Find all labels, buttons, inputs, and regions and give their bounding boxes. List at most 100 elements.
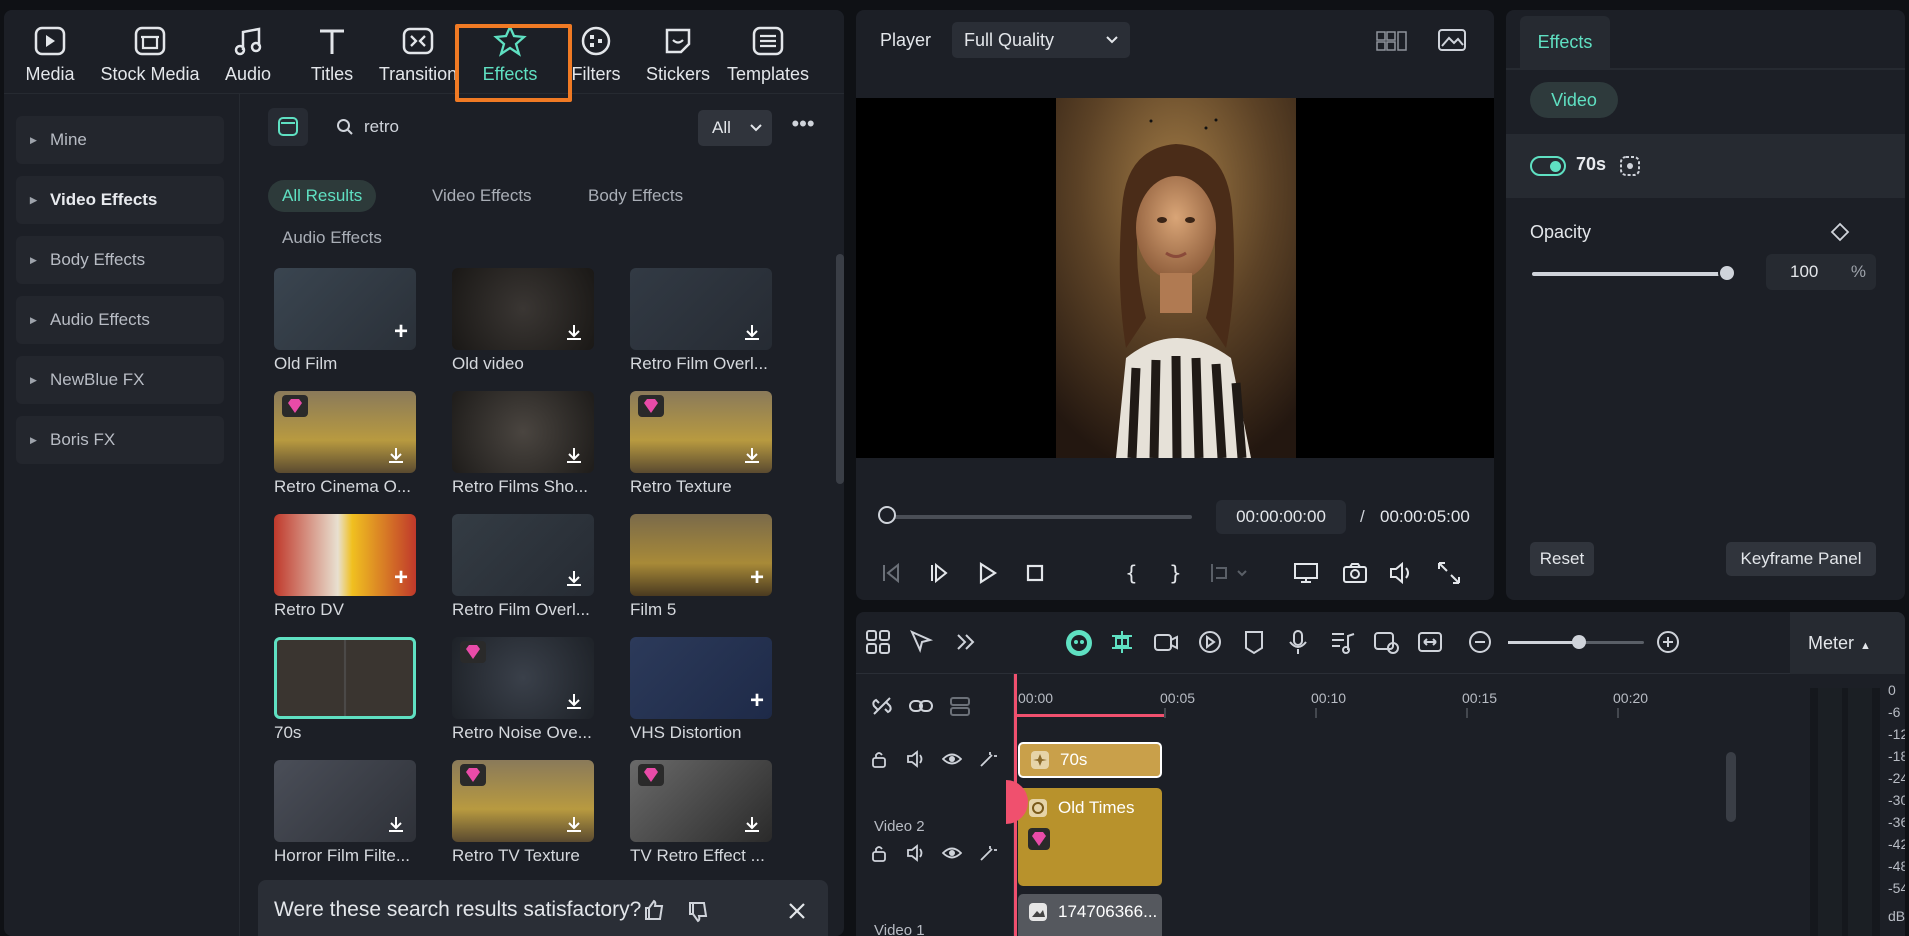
effect-thumbnail[interactable]: + <box>274 268 416 350</box>
track-manager-icon[interactable] <box>948 694 972 718</box>
link-icon[interactable] <box>908 694 934 718</box>
effect-thumbnail[interactable] <box>452 514 594 596</box>
meter-toggle[interactable]: Meter ▲ <box>1790 612 1905 674</box>
video-section-pill[interactable]: Video <box>1530 82 1618 118</box>
microphone-icon[interactable] <box>1284 628 1312 656</box>
chip-all-results[interactable]: All Results <box>268 180 377 212</box>
effect-card[interactable]: + Film 5 <box>630 514 780 626</box>
music-track-icon[interactable] <box>1328 628 1356 656</box>
effect-card[interactable]: + Retro DV <box>274 514 424 626</box>
speed-icon[interactable] <box>1196 628 1224 656</box>
speaker-icon[interactable] <box>906 750 926 768</box>
download-icon[interactable] <box>742 445 762 465</box>
marker-icon[interactable] <box>1240 628 1268 656</box>
volume-icon[interactable] <box>1386 558 1416 588</box>
download-icon[interactable] <box>564 691 584 711</box>
add-icon[interactable]: + <box>750 566 764 590</box>
effect-thumbnail[interactable] <box>452 760 594 842</box>
timeline-vscroll[interactable] <box>1726 752 1736 822</box>
effect-card[interactable]: Retro TV Texture <box>452 760 602 872</box>
sidebar-item-mine[interactable]: ▶ Mine <box>16 116 224 164</box>
zoom-in-icon[interactable] <box>1654 628 1682 656</box>
eye-icon[interactable] <box>942 750 962 768</box>
effect-card[interactable]: Old video <box>452 268 602 380</box>
effect-toggle[interactable] <box>1530 156 1566 176</box>
video-preview[interactable] <box>856 98 1494 458</box>
current-timecode[interactable]: 00:00:00:00 <box>1216 500 1346 534</box>
effect-card[interactable]: Retro Noise Ove... <box>452 637 602 749</box>
download-icon[interactable] <box>564 814 584 834</box>
keyframe-panel-button[interactable]: Keyframe Panel <box>1726 542 1876 576</box>
eye-icon[interactable] <box>942 844 962 862</box>
clip-video[interactable]: 174706366... <box>1018 894 1162 936</box>
effect-card[interactable]: + VHS Distortion <box>630 637 780 749</box>
tab-titles[interactable]: Titles <box>288 10 376 94</box>
effect-card[interactable]: Retro Film Overl... <box>452 514 602 626</box>
tab-stickers[interactable]: Stickers <box>634 10 722 94</box>
ai-magic-icon[interactable] <box>978 844 998 862</box>
download-icon[interactable] <box>386 445 406 465</box>
chip-body-effects[interactable]: Body Effects <box>574 180 697 212</box>
snapshot-icon[interactable] <box>1340 558 1370 588</box>
download-icon[interactable] <box>742 322 762 342</box>
effect-thumbnail[interactable]: + <box>630 637 772 719</box>
download-icon[interactable] <box>564 322 584 342</box>
opacity-input[interactable]: 100 % <box>1766 254 1876 290</box>
effect-thumbnail[interactable] <box>452 391 594 473</box>
effect-thumbnail[interactable]: + <box>630 514 772 596</box>
chip-audio-effects[interactable]: Audio Effects <box>268 222 396 254</box>
opacity-slider[interactable] <box>1532 272 1728 276</box>
download-icon[interactable] <box>386 814 406 834</box>
add-media-icon[interactable] <box>1152 628 1180 656</box>
lock-icon[interactable] <box>870 844 888 862</box>
effect-thumbnail[interactable] <box>630 760 772 842</box>
quality-dropdown[interactable]: Full Quality <box>952 22 1130 58</box>
fullscreen-icon[interactable] <box>1434 558 1464 588</box>
speaker-icon[interactable] <box>906 844 926 862</box>
tab-effects-props[interactable]: Effects <box>1520 16 1610 68</box>
clip-effect-70s[interactable]: 70s <box>1018 742 1162 778</box>
effect-card[interactable]: Retro Film Overl... <box>630 268 780 380</box>
more-tools-icon[interactable] <box>952 628 980 656</box>
sidebar-item-body-effects[interactable]: ▶ Body Effects <box>16 236 224 284</box>
download-icon[interactable] <box>564 445 584 465</box>
layout-icon[interactable] <box>864 628 892 656</box>
effect-thumbnail[interactable] <box>274 637 416 719</box>
add-icon[interactable]: + <box>394 320 408 344</box>
zoom-out-icon[interactable] <box>1466 628 1494 656</box>
effect-thumbnail[interactable] <box>274 760 416 842</box>
close-icon[interactable] <box>788 902 806 920</box>
effect-card[interactable]: Horror Film Filte... <box>274 760 424 872</box>
sidebar-item-audio-effects[interactable]: ▶ Audio Effects <box>16 296 224 344</box>
clip-filter-old-times[interactable]: Old Times <box>1018 788 1162 886</box>
grid-view-icon[interactable] <box>1376 30 1408 52</box>
auto-reframe-icon[interactable] <box>1372 628 1400 656</box>
display-icon[interactable] <box>1292 558 1322 588</box>
more-options-button[interactable]: ••• <box>788 110 818 146</box>
effect-thumbnail[interactable] <box>452 637 594 719</box>
opacity-slider-handle[interactable] <box>1718 264 1736 282</box>
effect-card[interactable]: TV Retro Effect ... <box>630 760 780 872</box>
thumbs-down-icon[interactable] <box>686 900 710 924</box>
effect-thumbnail[interactable] <box>630 268 772 350</box>
tab-media[interactable]: Media <box>6 10 94 94</box>
ai-mate-icon[interactable] <box>1064 628 1094 658</box>
tab-audio[interactable]: Audio <box>204 10 292 94</box>
filter-dropdown[interactable]: All <box>698 110 772 146</box>
sidebar-item-boris-fx[interactable]: ▶ Boris FX <box>16 416 224 464</box>
image-icon[interactable] <box>1438 28 1466 52</box>
prev-frame-icon[interactable] <box>876 558 906 588</box>
thumbs-up-icon[interactable] <box>642 898 666 922</box>
effect-card[interactable]: + Old Film <box>274 268 424 380</box>
download-icon[interactable] <box>742 814 762 834</box>
effect-thumbnail[interactable] <box>274 391 416 473</box>
snap-icon[interactable] <box>1108 628 1136 656</box>
mark-in-icon[interactable]: { <box>1116 558 1146 588</box>
effect-thumbnail[interactable] <box>452 268 594 350</box>
add-icon[interactable]: + <box>394 566 408 590</box>
effect-card[interactable]: Retro Cinema O... <box>274 391 424 503</box>
stop-icon[interactable] <box>1020 558 1050 588</box>
lock-icon[interactable] <box>870 750 888 768</box>
effect-card[interactable]: 70s <box>274 637 424 749</box>
unlink-icon[interactable] <box>870 694 894 718</box>
